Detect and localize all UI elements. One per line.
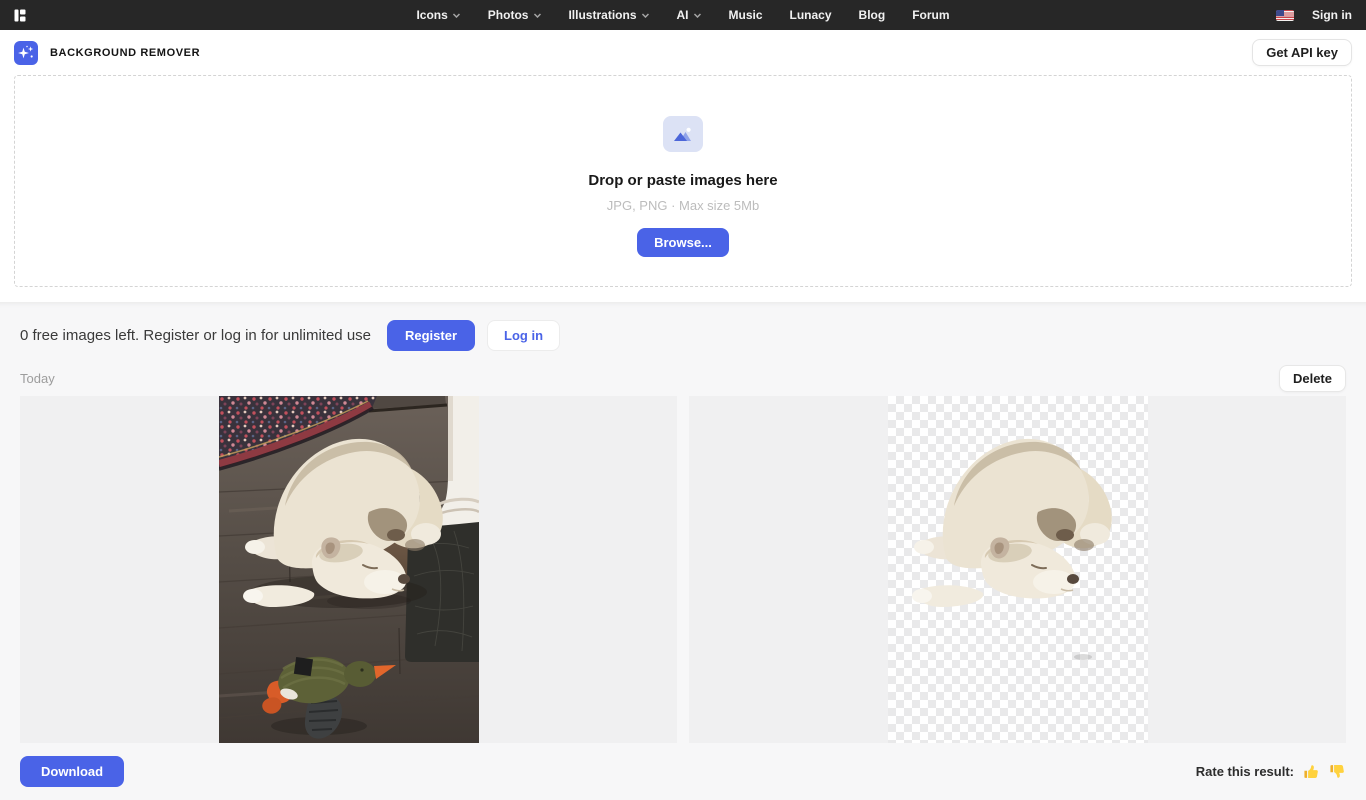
nav-item-forum[interactable]: Forum (912, 8, 949, 22)
quota-message: 0 free images left. Register or log in f… (20, 327, 371, 344)
chevron-down-icon (641, 13, 649, 18)
nav-item-blog[interactable]: Blog (859, 8, 886, 22)
nav-item-ai[interactable]: AI (676, 8, 701, 22)
nav-item-music[interactable]: Music (728, 8, 762, 22)
nav-item-icons[interactable]: Icons (416, 8, 460, 22)
quota-banner: 0 free images left. Register or log in f… (20, 320, 1346, 351)
thumbs-up-icon[interactable] (1303, 763, 1320, 780)
image-comparison (20, 396, 1346, 743)
result-image-panel (689, 396, 1346, 743)
rate-label: Rate this result: (1196, 764, 1294, 779)
original-image-panel (20, 396, 677, 743)
chevron-down-icon (453, 13, 461, 18)
chevron-down-icon (533, 13, 541, 18)
image-icon (663, 116, 703, 152)
download-button[interactable]: Download (20, 756, 124, 787)
top-nav: Icons Photos Illustrations AI Music Luna… (0, 0, 1366, 30)
us-flag-icon[interactable] (1276, 10, 1294, 21)
register-button[interactable]: Register (387, 320, 475, 351)
rate-result: Rate this result: (1196, 763, 1346, 780)
nav-item-label: AI (676, 8, 688, 22)
nav-item-illustrations[interactable]: Illustrations (568, 8, 649, 22)
app-header: BACKGROUND REMOVER Get API key (0, 30, 1366, 75)
main-menu: Icons Photos Illustrations AI Music Luna… (416, 8, 949, 22)
icons8-logo[interactable] (14, 9, 27, 22)
thumbs-down-icon[interactable] (1329, 763, 1346, 780)
sign-in-button[interactable]: Sign in (1312, 8, 1352, 22)
sparkles-icon (16, 43, 36, 63)
gallery-header: Today Delete (20, 365, 1346, 392)
nav-item-label: Photos (488, 8, 529, 22)
chevron-down-icon (693, 13, 701, 18)
dropzone-hint: JPG, PNG · Max size 5Mb (607, 198, 759, 213)
nav-item-label: Forum (912, 8, 949, 22)
nav-item-label: Blog (859, 8, 886, 22)
nav-item-photos[interactable]: Photos (488, 8, 542, 22)
results-section: 0 free images left. Register or log in f… (0, 302, 1366, 800)
dropzone-title: Drop or paste images here (588, 172, 777, 189)
date-label: Today (20, 371, 55, 386)
nav-item-lunacy[interactable]: Lunacy (790, 8, 832, 22)
log-in-button[interactable]: Log in (487, 320, 560, 351)
delete-button[interactable]: Delete (1279, 365, 1346, 392)
upload-dropzone[interactable]: Drop or paste images here JPG, PNG · Max… (14, 75, 1352, 287)
nav-item-label: Lunacy (790, 8, 832, 22)
nav-item-label: Music (728, 8, 762, 22)
nav-right-group: Sign in (1276, 8, 1352, 22)
page-title: BACKGROUND REMOVER (50, 47, 200, 59)
icons8-logo-icon (14, 9, 27, 22)
nav-item-label: Illustrations (568, 8, 636, 22)
result-actions: Download Rate this result: (20, 756, 1346, 787)
original-dog-photo (219, 396, 479, 743)
browse-button[interactable]: Browse... (637, 228, 729, 257)
background-remover-logo (14, 41, 38, 65)
background-removed-dog-image (888, 396, 1148, 743)
nav-item-label: Icons (416, 8, 447, 22)
get-api-key-button[interactable]: Get API key (1252, 39, 1352, 66)
